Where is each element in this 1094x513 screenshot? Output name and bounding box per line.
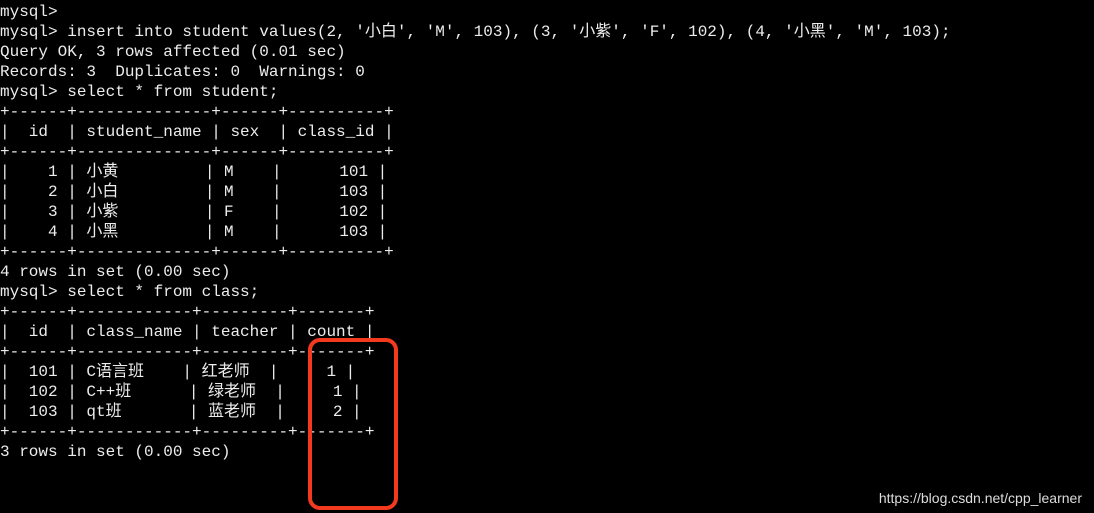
class-row: | 102 | C++班 | 绿老师 | 1 | xyxy=(0,382,1094,402)
class-row: | 101 | C语言班 | 红老师 | 1 | xyxy=(0,362,1094,382)
table-border: +------+--------------+------+----------… xyxy=(0,102,1094,122)
prompt-line[interactable]: mysql> xyxy=(0,2,1094,22)
class-row: | 103 | qt班 | 蓝老师 | 2 | xyxy=(0,402,1094,422)
select-student-command[interactable]: mysql> select * from student; xyxy=(0,82,1094,102)
student-summary: 4 rows in set (0.00 sec) xyxy=(0,262,1094,282)
records-summary: Records: 3 Duplicates: 0 Warnings: 0 xyxy=(0,62,1094,82)
class-header: | id | class_name | teacher | count | xyxy=(0,322,1094,342)
query-result: Query OK, 3 rows affected (0.01 sec) xyxy=(0,42,1094,62)
select-class-command[interactable]: mysql> select * from class; xyxy=(0,282,1094,302)
student-row: | 2 | 小白 | M | 103 | xyxy=(0,182,1094,202)
class-summary: 3 rows in set (0.00 sec) xyxy=(0,442,1094,462)
student-row: | 3 | 小紫 | F | 102 | xyxy=(0,202,1094,222)
table-border: +------+------------+---------+-------+ xyxy=(0,342,1094,362)
student-row: | 4 | 小黑 | M | 103 | xyxy=(0,222,1094,242)
table-border: +------+------------+---------+-------+ xyxy=(0,422,1094,442)
terminal-output: mysql> mysql> insert into student values… xyxy=(0,2,1094,462)
student-header: | id | student_name | sex | class_id | xyxy=(0,122,1094,142)
table-border: +------+--------------+------+----------… xyxy=(0,242,1094,262)
student-row: | 1 | 小黄 | M | 101 | xyxy=(0,162,1094,182)
insert-command[interactable]: mysql> insert into student values(2, '小白… xyxy=(0,22,1094,42)
table-border: +------+--------------+------+----------… xyxy=(0,142,1094,162)
table-border: +------+------------+---------+-------+ xyxy=(0,302,1094,322)
watermark-text: https://blog.csdn.net/cpp_learner xyxy=(879,490,1082,508)
